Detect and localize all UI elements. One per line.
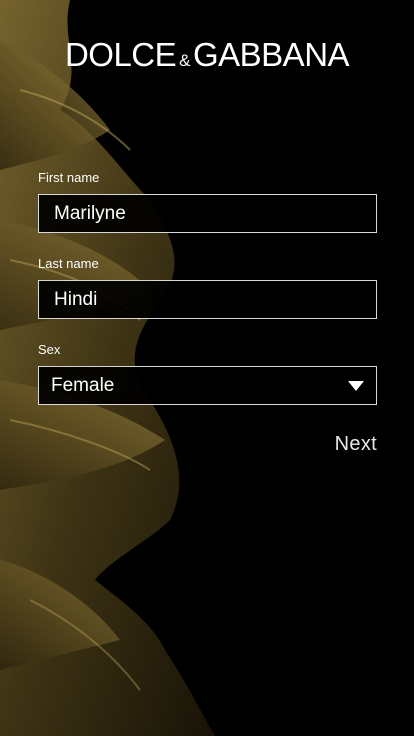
first-name-input[interactable]: Marilyne: [38, 194, 377, 233]
logo-ampersand: &: [179, 51, 190, 70]
first-name-value: Marilyne: [54, 202, 126, 224]
logo-text-gabbana: GABBANA: [192, 36, 350, 73]
first-name-group: First name Marilyne: [38, 170, 377, 233]
last-name-input[interactable]: Hindi: [38, 280, 377, 319]
next-button[interactable]: Next: [335, 433, 377, 456]
signup-screen: DOLCE &GABBANA First name Marilyne Last n…: [0, 0, 414, 736]
brand-logo: DOLCE &GABBANA: [0, 36, 414, 74]
profile-form: First name Marilyne Last name Hindi Sex …: [38, 170, 377, 405]
last-name-group: Last name Hindi: [38, 256, 377, 319]
logo-text-dolce: DOLCE: [64, 36, 177, 73]
dropdown-caret-icon: [348, 380, 364, 391]
sex-label: Sex: [38, 342, 61, 357]
sex-group: Sex Female: [38, 342, 377, 405]
first-name-label: First name: [38, 170, 100, 185]
last-name-label: Last name: [38, 256, 99, 271]
last-name-value: Hindi: [54, 288, 98, 310]
sex-select[interactable]: Female: [38, 366, 377, 405]
sex-value: Female: [51, 374, 115, 396]
